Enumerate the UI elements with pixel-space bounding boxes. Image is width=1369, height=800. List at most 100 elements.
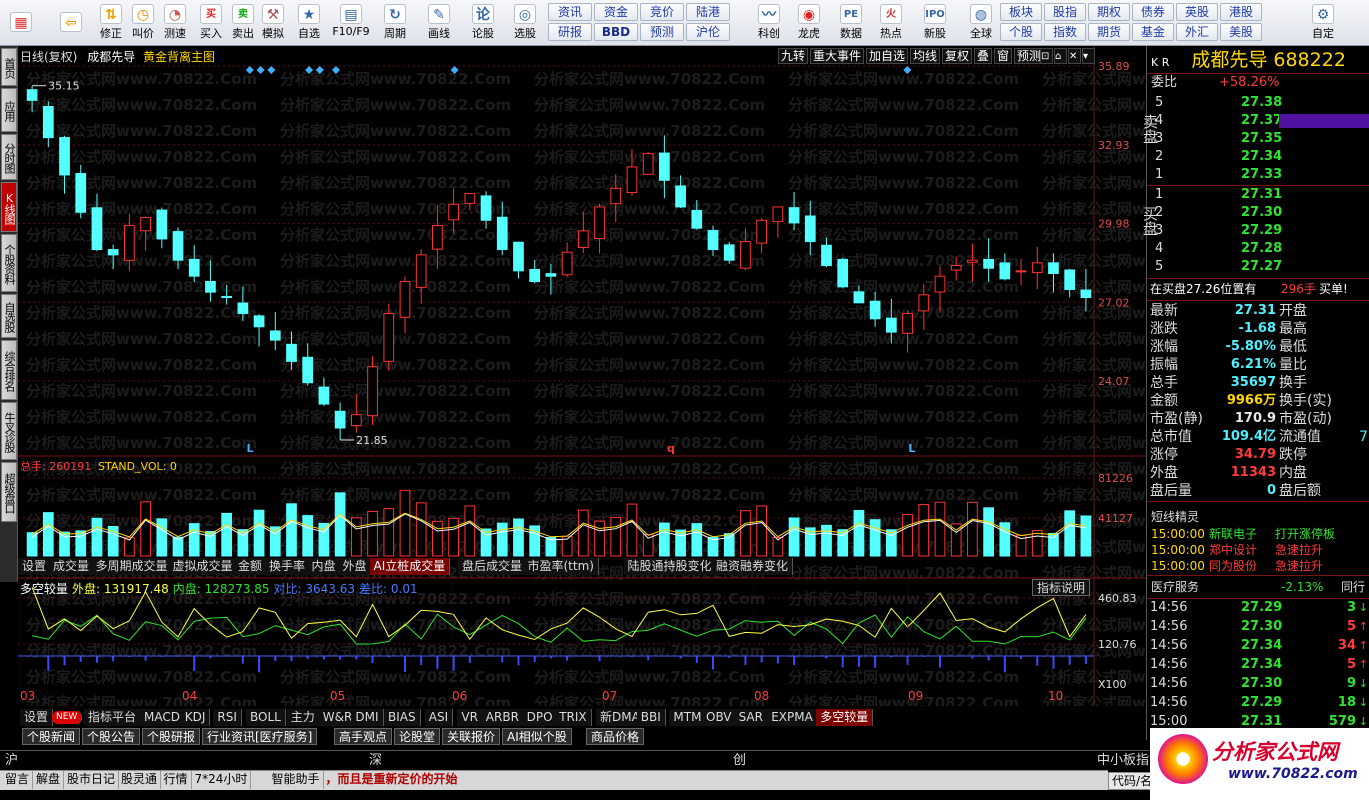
- tb-ipo-button[interactable]: IPO 新股: [916, 2, 954, 44]
- quick-btn-1-1[interactable]: BBD: [594, 23, 638, 41]
- indicator-tab-18[interactable]: MTM: [669, 709, 707, 726]
- chart-btn-2[interactable]: 加自选: [866, 48, 909, 64]
- news-tab-3[interactable]: 行业资讯[医疗服务]: [202, 728, 318, 745]
- buy-level-row[interactable]: 1 27.31: [1147, 186, 1369, 204]
- news-tab-0[interactable]: 个股新闻: [22, 728, 81, 745]
- quick-btn-0-0[interactable]: 资讯: [548, 3, 592, 21]
- news-tab-2[interactable]: 个股研报: [142, 728, 201, 745]
- spirit-row[interactable]: 15:00:00 郑中设计 急速拉升: [1147, 542, 1369, 558]
- sell-level-row[interactable]: 4 27.37: [1147, 112, 1369, 130]
- tb-stock-button[interactable]: 论论股: [464, 2, 502, 44]
- buy-level-row[interactable]: 5 27.27: [1147, 258, 1369, 276]
- indicator-tab-15[interactable]: TRIX: [555, 709, 592, 726]
- index-cell-0[interactable]: 沪: [2, 752, 21, 770]
- menu-icon[interactable]: ▾: [1082, 48, 1095, 64]
- indicator-tab-12[interactable]: VR: [457, 709, 483, 726]
- indicator-tab-9[interactable]: DMI: [351, 709, 384, 726]
- tb-data-button[interactable]: PE 数据: [832, 2, 870, 44]
- tb-sim-button[interactable]: ⚒ 模拟: [254, 2, 292, 44]
- left-nav-8[interactable]: 超级盘口: [1, 462, 17, 522]
- news-tab-4[interactable]: 高手观点: [334, 728, 393, 745]
- chart-btn-6[interactable]: 窗: [994, 48, 1013, 64]
- quick-btn-3-0[interactable]: 个股: [1000, 23, 1042, 41]
- volume-tab-9[interactable]: 盘后成交量: [458, 558, 528, 575]
- quick-btn-3-4[interactable]: 外汇: [1176, 23, 1218, 41]
- chart-btn-4[interactable]: 复权: [942, 48, 973, 64]
- sell-level-row[interactable]: 1 27.33: [1147, 166, 1369, 184]
- status-btn-1[interactable]: 解盘: [33, 771, 65, 789]
- status-btn-2[interactable]: 股市日记: [64, 771, 120, 789]
- quick-btn-0-3[interactable]: 陆港: [686, 3, 730, 21]
- quick-btn-0-1[interactable]: 资金: [594, 3, 638, 21]
- spirit-title[interactable]: 短线精灵: [1147, 508, 1369, 526]
- buy-level-row[interactable]: 3 27.29: [1147, 222, 1369, 240]
- volume-tab-7[interactable]: 外盘: [338, 558, 372, 575]
- indicator-tab-13[interactable]: ARBR: [481, 709, 524, 726]
- tb-pick-button[interactable]: ◎ 选股: [506, 2, 544, 44]
- volume-tab-11[interactable]: 陆股通持股变化: [623, 558, 717, 575]
- news-tab-7[interactable]: AI相似个股: [502, 728, 572, 745]
- chart-indicator-name[interactable]: 黄金背离主图: [143, 50, 215, 64]
- chart-btn-1[interactable]: 重大事件: [810, 48, 865, 64]
- volume-tab-6[interactable]: 内盘: [307, 558, 341, 575]
- tb-cycle-button[interactable]: ↻ 周期: [376, 2, 414, 44]
- left-nav-1[interactable]: 应用: [1, 88, 17, 132]
- chart-btn-3[interactable]: 均线: [910, 48, 941, 64]
- buy-level-row[interactable]: 2 27.30: [1147, 204, 1369, 222]
- quick-btn-1-3[interactable]: 沪伦: [686, 23, 730, 41]
- indicator-tab-21[interactable]: EXPMA: [767, 709, 818, 726]
- tb-zixuan-button[interactable]: ⚙ 自定: [1304, 2, 1342, 44]
- quick-btn-2-3[interactable]: 债券: [1132, 3, 1174, 21]
- indicator-tab-17[interactable]: BBI: [636, 709, 666, 726]
- quick-btn-1-0[interactable]: 研报: [548, 23, 592, 41]
- buy-level-row[interactable]: 4 27.28: [1147, 240, 1369, 258]
- tb-f10-button[interactable]: ▤ F10/F9: [332, 2, 370, 44]
- status-btn-4[interactable]: 行情: [161, 771, 192, 789]
- volume-tab-4[interactable]: 金额: [234, 558, 268, 575]
- sell-level-row[interactable]: 2 27.34: [1147, 148, 1369, 166]
- tb-draw-button[interactable]: ✎ 画线: [420, 2, 458, 44]
- news-tab-6[interactable]: 关联报价: [442, 728, 501, 745]
- indicator-tab-14[interactable]: DPO: [522, 709, 558, 726]
- volume-tab-10[interactable]: 市盈率(ttm): [523, 558, 599, 575]
- status-btn-6[interactable]: 智能助手: [269, 771, 324, 789]
- indicator-tab-10[interactable]: BIAS: [384, 709, 421, 726]
- quick-btn-3-3[interactable]: 基金: [1132, 23, 1174, 41]
- status-btn-5[interactable]: 7*24小时: [192, 771, 252, 789]
- volume-tab-3[interactable]: 虚拟成交量: [168, 558, 238, 575]
- indicator-tab-22[interactable]: 多空较量: [816, 709, 874, 726]
- quick-btn-2-0[interactable]: 板块: [1000, 3, 1042, 21]
- indicator-help-button[interactable]: 指标说明: [1032, 579, 1091, 596]
- quick-btn-3-2[interactable]: 期货: [1088, 23, 1130, 41]
- left-nav-6[interactable]: 综合排名: [1, 340, 17, 400]
- index-cell-1[interactable]: 深: [366, 752, 385, 770]
- left-nav-5[interactable]: 自选股: [1, 294, 17, 338]
- indicator-tab-0[interactable]: 设置: [20, 709, 54, 726]
- indicator-tab-2[interactable]: 指标平台: [84, 709, 142, 726]
- left-nav-2[interactable]: 分时图: [1, 134, 17, 180]
- lock-icon[interactable]: ⊡: [1040, 48, 1053, 64]
- tb-speed-button[interactable]: ◔ 测速: [156, 2, 194, 44]
- indicator-tab-20[interactable]: SAR: [734, 709, 768, 726]
- volume-tab-2[interactable]: 多周期成交量: [91, 558, 173, 575]
- quick-btn-3-1[interactable]: 指数: [1044, 23, 1086, 41]
- tb-kecai-button[interactable]: 〰科创: [750, 2, 788, 44]
- spirit-row[interactable]: 15:00:00 新联电子 打开涨停板: [1147, 526, 1369, 542]
- tb-global-button[interactable]: ◍ 全球: [962, 2, 1000, 44]
- indicator-tab-11[interactable]: ASI: [424, 709, 454, 726]
- quick-btn-2-1[interactable]: 股指: [1044, 3, 1086, 21]
- sell-level-row[interactable]: 5 27.38: [1147, 94, 1369, 112]
- indicator-tab-3[interactable]: MACD: [140, 709, 185, 726]
- volume-tab-1[interactable]: 成交量: [49, 558, 95, 575]
- status-btn-0[interactable]: 留言: [2, 771, 34, 789]
- news-ticker[interactable]: ，而且是重新定价的开始: [323, 771, 461, 789]
- left-nav-7[interactable]: 牛叉诊股: [1, 402, 17, 460]
- tb-menu-button[interactable]: ▦: [2, 2, 40, 44]
- kline-chart-area[interactable]: 分析家公式网www.70822.Com 分析家公式网www.70822.Com 分析…: [18, 46, 1146, 706]
- volume-tab-0[interactable]: 设置: [18, 558, 52, 575]
- left-nav-4[interactable]: 个股资料: [1, 234, 17, 292]
- news-tab-1[interactable]: 个股公告: [82, 728, 141, 745]
- quick-btn-0-2[interactable]: 竞价: [640, 3, 684, 21]
- quick-btn-2-4[interactable]: 英股: [1176, 3, 1218, 21]
- copy-icon[interactable]: ⌂: [1054, 48, 1067, 64]
